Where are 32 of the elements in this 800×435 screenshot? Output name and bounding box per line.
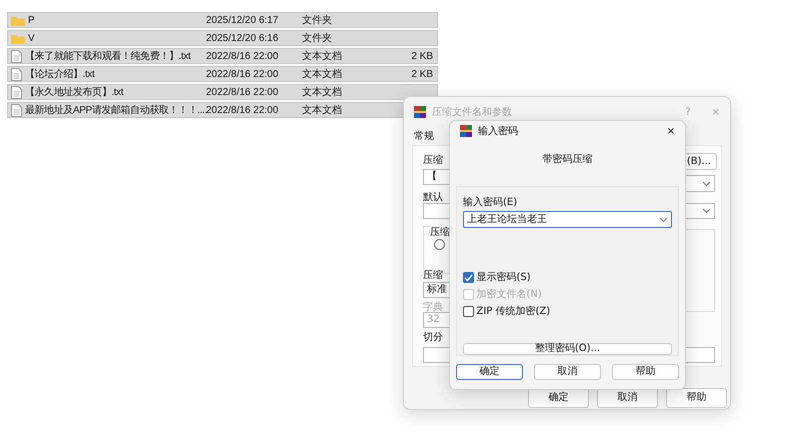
file-date: 2022/8/16 22:00 <box>206 68 280 82</box>
window-title: 输入密码 <box>478 124 519 138</box>
file-date: 2022/8/16 22:00 <box>206 86 280 100</box>
file-name: P <box>28 14 34 28</box>
file-type: 文本文档 <box>302 86 343 100</box>
field-label: 切分 <box>423 330 443 345</box>
file-type: 文件夹 <box>302 14 333 28</box>
field-label: 输入密码(E) <box>463 196 518 210</box>
field-label: 压缩 <box>423 154 443 168</box>
file-name: 【永久地址发布页】.txt <box>25 86 124 100</box>
field-label: 默认 <box>423 191 443 205</box>
file-name: 【论坛介绍】.txt <box>25 68 94 82</box>
file-date: 2025/12/20 6:16 <box>206 32 280 46</box>
option-label: ZIP 传统加密(Z) <box>476 304 550 319</box>
file-type: 文本文档 <box>302 50 343 64</box>
file-type: 文本文档 <box>302 104 343 118</box>
field-label: 压缩 <box>423 268 443 283</box>
file-date: 2025/12/20 6:17 <box>206 14 280 28</box>
dialog-heading: 带密码压缩 <box>542 152 594 167</box>
file-type: 文本文档 <box>302 68 343 82</box>
file-type: 文件夹 <box>302 32 333 46</box>
password-value: 上老王论坛当老王 <box>467 212 547 227</box>
file-name: V <box>28 32 34 46</box>
file-date: 2022/8/16 22:00 <box>206 104 280 118</box>
file-size: 2 KB <box>410 68 434 82</box>
field-label: 字典 <box>423 300 443 314</box>
file-size: 2 KB <box>410 50 434 64</box>
file-name: 【来了就能下载和观看！纯免费！】.txt <box>25 50 190 64</box>
file-date: 2022/8/16 22:00 <box>206 50 280 64</box>
option-label: 加密文件名(N) <box>476 288 542 302</box>
option-label: 显示密码(S) <box>476 270 531 285</box>
file-name: 最新地址及APP请发邮箱自动获取！！！.... <box>25 104 207 118</box>
